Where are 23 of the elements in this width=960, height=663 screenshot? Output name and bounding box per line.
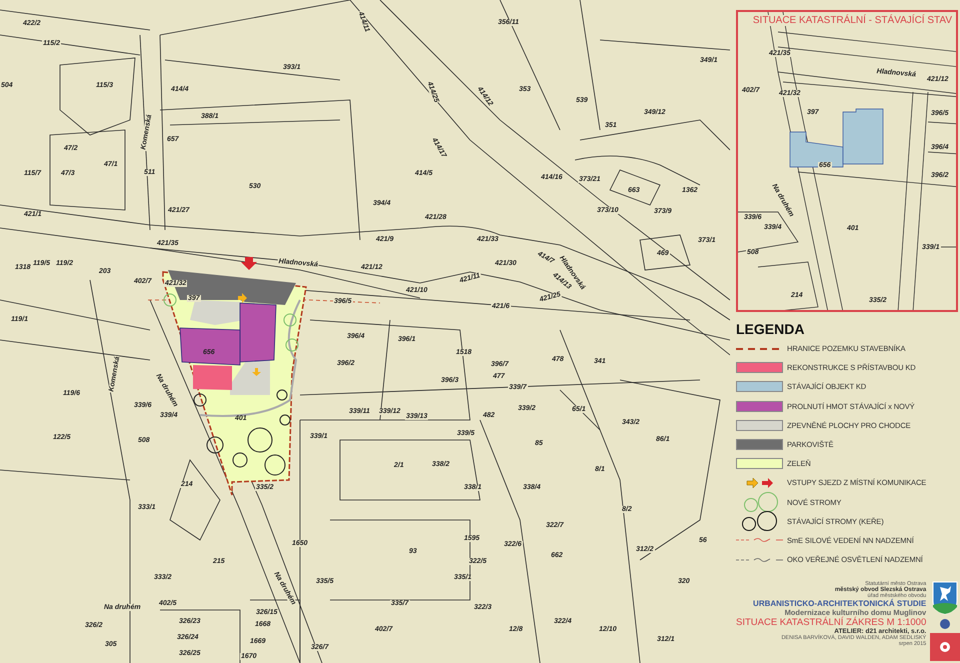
arrows-icon bbox=[744, 478, 774, 488]
line-icon bbox=[736, 537, 783, 544]
title-block-text: SITUACE KATASTRÁLNÍ ZÁKRES M 1:1000 bbox=[736, 617, 926, 628]
tree-symbol bbox=[280, 414, 290, 426]
tree-symbol bbox=[194, 394, 206, 406]
logo-icon bbox=[930, 633, 960, 662]
inset-title: SITUACE KATASTRÁLNÍ - STÁVAJÍCÍ STAV bbox=[752, 15, 952, 26]
circle-icon bbox=[940, 619, 950, 630]
arrow-icon bbox=[252, 368, 261, 376]
arrow-icon bbox=[238, 293, 247, 303]
tree-symbol bbox=[276, 390, 288, 400]
coat-of-arms-icon bbox=[932, 581, 958, 616]
arrow-icon bbox=[241, 257, 257, 270]
building-extension bbox=[193, 365, 232, 390]
tree-symbol bbox=[264, 454, 286, 476]
legend-title: LEGENDA bbox=[736, 322, 806, 336]
line-icon bbox=[736, 556, 783, 563]
tree-symbol bbox=[286, 338, 298, 352]
tree-symbol bbox=[206, 436, 224, 454]
tree-symbol bbox=[284, 314, 296, 326]
trees-icon bbox=[740, 511, 778, 532]
title-block-text: URBANISTICKO-ARCHITEKTONICKÁ STUDIE bbox=[752, 599, 926, 608]
tree-symbol bbox=[164, 294, 176, 306]
